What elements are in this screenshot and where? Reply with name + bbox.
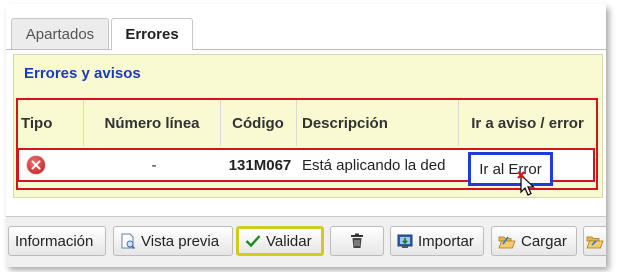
row-description: Está aplicando la ded (302, 156, 446, 174)
column-header-numero-linea: Número línea (104, 114, 200, 132)
trash-icon (351, 233, 363, 248)
vista-previa-button[interactable]: Vista previa (113, 226, 233, 256)
vista-previa-label: Vista previa (141, 232, 220, 250)
tab-bar: Apartados Errores (6, 4, 606, 50)
mouse-cursor-icon (517, 171, 535, 196)
validar-label: Validar (266, 232, 312, 250)
column-header-ir-a-aviso: Ir a aviso / error (471, 114, 584, 132)
checkmark-icon (245, 235, 261, 248)
toolbar-overflow-button[interactable] (583, 226, 606, 256)
bottom-toolbar: Información Vista previa Validar Importa… (6, 216, 606, 267)
informacion-button[interactable]: Información (8, 226, 106, 256)
row-line-number: - (151, 156, 157, 174)
folder-icon (586, 236, 604, 248)
panel-title: Errores y avisos (13, 54, 603, 92)
error-icon (27, 156, 45, 174)
panel-title-text: Errores y avisos (24, 65, 141, 82)
importar-button[interactable]: Importar (390, 226, 484, 256)
column-header-tipo: Tipo (21, 114, 53, 132)
validar-button[interactable]: Validar (236, 226, 324, 256)
cargar-label: Cargar (521, 232, 567, 250)
document-preview-icon (121, 233, 136, 249)
go-to-error-button[interactable]: Ir al Error (468, 152, 553, 186)
row-code: 131M067 (228, 156, 292, 174)
tab-errores[interactable]: Errores (111, 18, 193, 50)
row-type-cell (27, 150, 47, 180)
informacion-label: Información (15, 232, 94, 250)
importar-label: Importar (418, 232, 474, 250)
window-frame: Apartados Errores Errores y avisos Tipo … (6, 4, 606, 267)
column-header-descripcion: Descripción (302, 114, 388, 132)
column-divider (296, 100, 297, 146)
delete-button[interactable] (330, 226, 384, 256)
cargar-button[interactable]: Cargar (491, 226, 577, 256)
import-icon (397, 234, 413, 248)
open-folder-icon (498, 236, 516, 248)
tab-apartados[interactable]: Apartados (11, 18, 109, 49)
column-header-codigo: Código (232, 114, 284, 132)
